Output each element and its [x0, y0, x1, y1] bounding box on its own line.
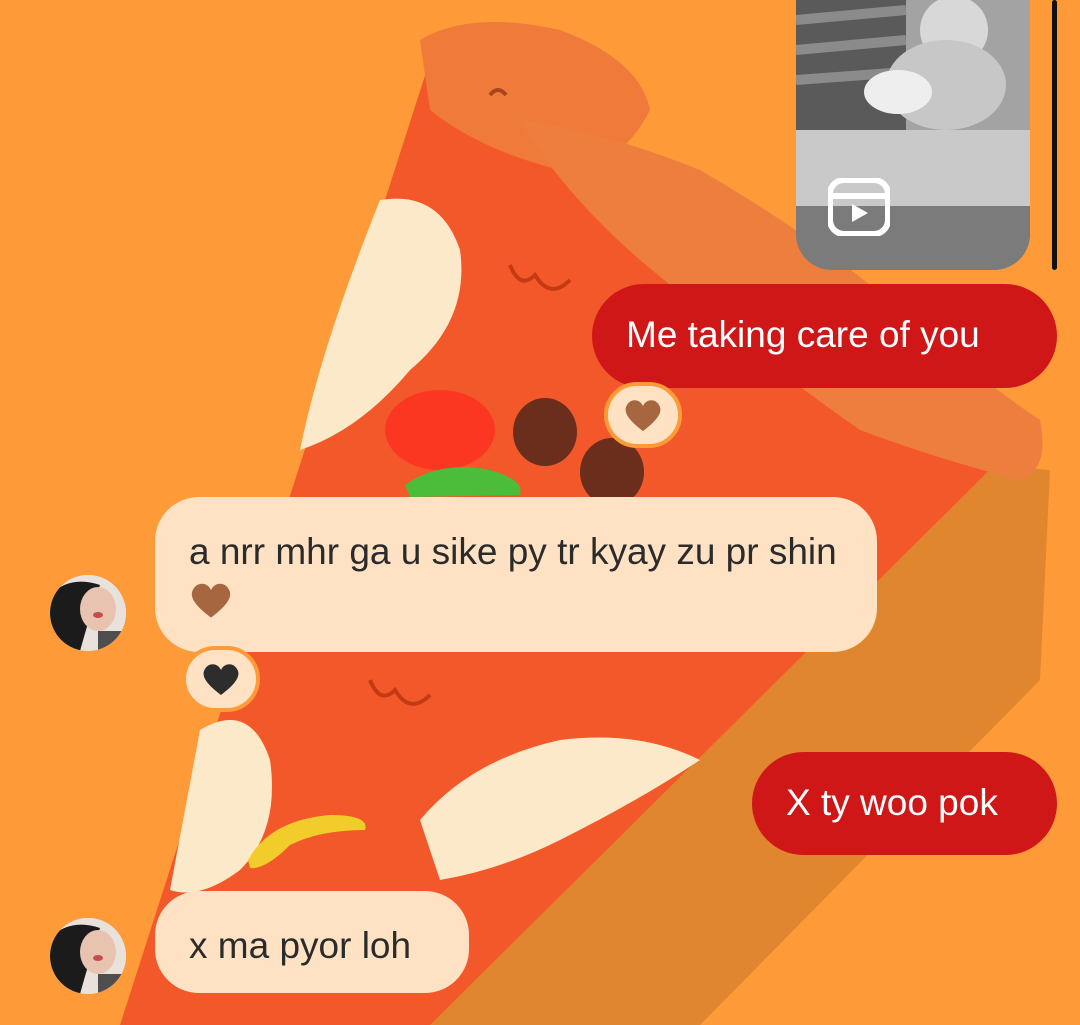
outgoing-message-bubble[interactable]: X ty woo pok [752, 752, 1057, 855]
shared-reel-preview[interactable] [796, 0, 1030, 270]
incoming-message-bubble[interactable]: x ma pyor loh [155, 891, 469, 993]
message-text: Me taking care of you [626, 314, 980, 355]
message-text: X ty woo pok [786, 782, 998, 823]
brown-heart-icon [625, 400, 661, 431]
black-heart-icon [203, 664, 239, 695]
outgoing-message-bubble[interactable]: Me taking care of you [592, 284, 1057, 388]
reels-play-icon [828, 178, 890, 236]
incoming-message-bubble[interactable]: a nrr mhr ga u sike py tr kyay zu pr shi… [155, 497, 877, 652]
message-text: a nrr mhr ga u sike py tr kyay zu pr shi… [189, 531, 837, 572]
reel-thumbnail[interactable] [796, 0, 1030, 206]
sender-avatar[interactable] [50, 918, 126, 994]
message-text: x ma pyor loh [189, 925, 412, 966]
scrollbar[interactable] [1052, 0, 1057, 270]
message-reaction[interactable] [604, 382, 682, 448]
brown-heart-icon [191, 583, 231, 618]
message-reaction[interactable] [182, 646, 260, 712]
sender-avatar[interactable] [50, 575, 126, 651]
